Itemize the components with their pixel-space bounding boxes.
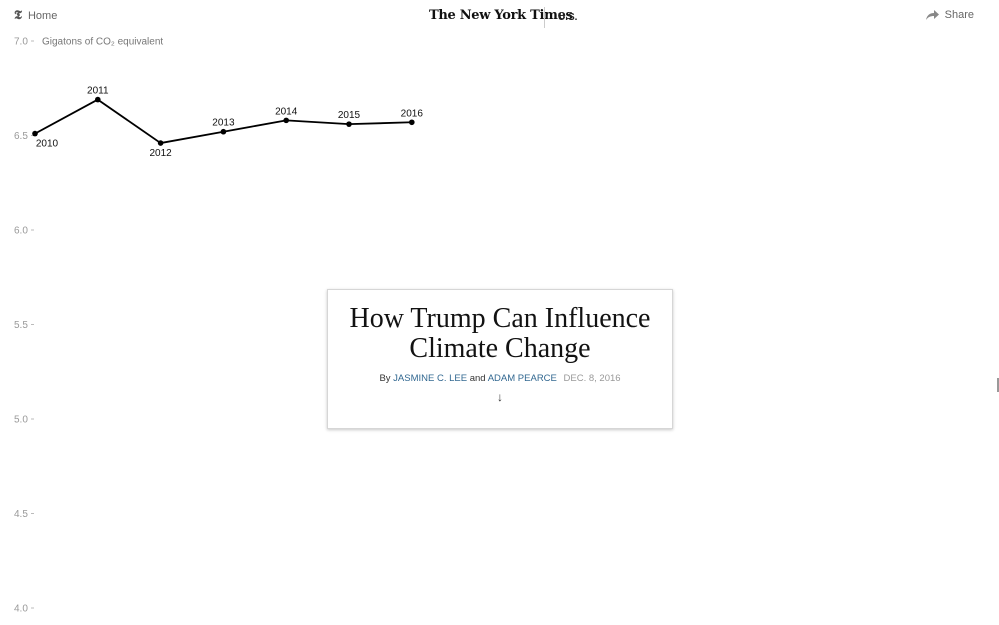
x-label-2011: 2011 — [87, 86, 109, 97]
data-point-2016 — [409, 119, 415, 126]
y-tick-label: 4.0 — [14, 604, 28, 615]
x-label-2014: 2014 — [275, 106, 298, 117]
y-tick-label: 5.5 — [14, 320, 28, 331]
scroll-down-arrow-icon[interactable]: ↓ — [328, 390, 672, 404]
y-axis-label: Gigatons of CO₂ equivalent — [42, 37, 163, 48]
x-label-2016: 2016 — [401, 108, 424, 119]
byline: By JASMINE C. LEE and ADAM PEARCE DEC. 8… — [328, 373, 672, 384]
x-label-2013: 2013 — [212, 118, 235, 129]
byline-and: and — [469, 373, 486, 384]
x-label-2012: 2012 — [149, 148, 172, 159]
publish-date: DEC. 8, 2016 — [563, 373, 621, 384]
article-headline: How Trump Can Influence Climate Change — [349, 303, 651, 364]
y-tick-label: 6.5 — [14, 131, 28, 142]
byline-prefix: By — [379, 373, 391, 384]
y-tick-label: 6.0 — [14, 226, 28, 237]
data-point-2011 — [95, 96, 101, 103]
article-header-card: How Trump Can Influence Climate Change B… — [327, 289, 673, 429]
x-label-2010: 2010 — [36, 139, 59, 150]
y-tick-label: 7.0 — [14, 37, 28, 48]
data-point-2014 — [283, 117, 290, 124]
data-point-2013 — [220, 128, 227, 135]
x-label-2015: 2015 — [338, 110, 361, 121]
author-link-1[interactable]: JASMINE C. LEE — [393, 373, 467, 384]
y-tick-label: 4.5 — [14, 509, 28, 520]
data-point-2012 — [157, 140, 164, 146]
data-point-2010 — [32, 130, 38, 137]
author-link-2[interactable]: ADAM PEARCE — [488, 373, 557, 384]
y-tick-label: 5.0 — [14, 415, 28, 426]
data-point-2015 — [346, 121, 352, 127]
